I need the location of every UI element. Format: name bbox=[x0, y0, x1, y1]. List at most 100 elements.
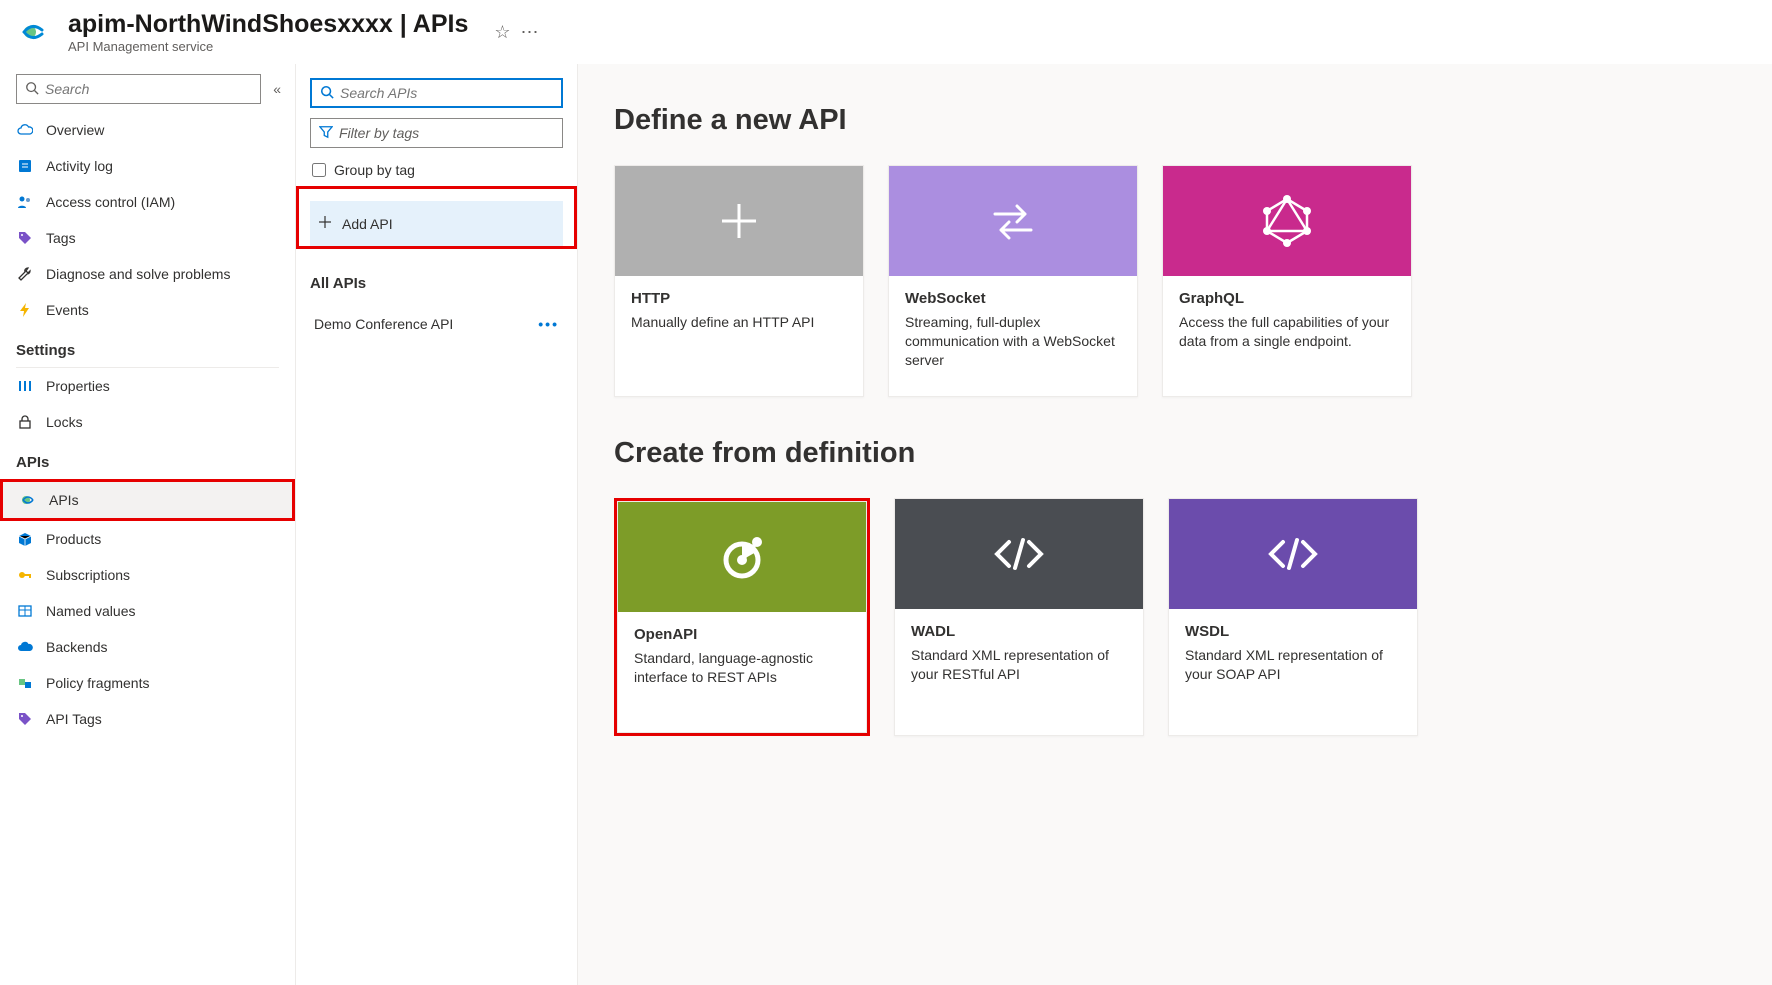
lock-icon bbox=[16, 413, 34, 431]
filter-by-tags[interactable]: Filter by tags bbox=[310, 118, 563, 148]
card-websocket[interactable]: WebSocket Streaming, full-duplex communic… bbox=[888, 165, 1138, 397]
search-icon bbox=[25, 81, 39, 98]
puzzle-icon bbox=[16, 674, 34, 692]
collapse-icon[interactable]: « bbox=[269, 77, 285, 101]
service-icon bbox=[18, 14, 54, 50]
log-icon bbox=[16, 157, 34, 175]
card-title: WADL bbox=[911, 623, 1127, 640]
nav-item-diagnose-and-solve-problems[interactable]: Diagnose and solve problems bbox=[0, 256, 295, 292]
card-title: OpenAPI bbox=[634, 626, 850, 643]
group-by-tag-label: Group by tag bbox=[334, 162, 415, 178]
apis-section-title: APIs bbox=[0, 440, 295, 479]
card-title: GraphQL bbox=[1179, 290, 1395, 307]
tag-icon bbox=[16, 229, 34, 247]
page-subtitle: API Management service bbox=[68, 39, 468, 54]
nav-apis-item-named-values[interactable]: Named values bbox=[0, 593, 295, 629]
sliders-icon bbox=[16, 377, 34, 395]
left-nav: « Overview Activity log Access control (IA… bbox=[0, 64, 296, 985]
nav-label: Access control (IAM) bbox=[46, 194, 175, 210]
sidebar-search-input[interactable] bbox=[45, 81, 252, 97]
bolt-icon bbox=[16, 301, 34, 319]
api-icon bbox=[19, 491, 37, 509]
card-icon-area bbox=[1169, 499, 1417, 609]
nav-label: Products bbox=[46, 531, 101, 547]
nav-label: Overview bbox=[46, 122, 104, 138]
add-api-label: Add API bbox=[342, 216, 393, 232]
card-wadl[interactable]: WADL Standard XML representation of your … bbox=[894, 498, 1144, 736]
more-icon[interactable]: ⋯ bbox=[521, 22, 539, 43]
card-title: WSDL bbox=[1185, 623, 1401, 640]
cloudfill-icon bbox=[16, 638, 34, 656]
nav-item-overview[interactable]: Overview bbox=[0, 112, 295, 148]
card-description: Manually define an HTTP API bbox=[631, 313, 847, 332]
favorite-icon[interactable]: ☆ bbox=[494, 22, 510, 43]
filter-label: Filter by tags bbox=[339, 125, 554, 141]
api-name: Demo Conference API bbox=[314, 316, 453, 332]
card-description: Access the full capabilities of your dat… bbox=[1179, 313, 1395, 351]
api-search-input[interactable] bbox=[340, 85, 553, 101]
key-icon bbox=[16, 566, 34, 584]
card-description: Standard XML representation of your SOAP… bbox=[1185, 646, 1401, 684]
nav-item-tags[interactable]: Tags bbox=[0, 220, 295, 256]
cloud-icon bbox=[16, 121, 34, 139]
plus-icon bbox=[318, 215, 332, 232]
card-title: WebSocket bbox=[905, 290, 1121, 307]
nav-label: Subscriptions bbox=[46, 567, 130, 583]
card-graphql[interactable]: GraphQL Access the full capabilities of y… bbox=[1162, 165, 1412, 397]
create-from-definition-heading: Create from definition bbox=[614, 437, 1736, 470]
nav-apis-item-apis[interactable]: APIs bbox=[0, 479, 295, 521]
card-icon-area bbox=[615, 166, 863, 276]
card-description: Streaming, full-duplex communication wit… bbox=[905, 313, 1121, 370]
card-icon-area bbox=[895, 499, 1143, 609]
nav-apis-item-subscriptions[interactable]: Subscriptions bbox=[0, 557, 295, 593]
wrench-icon bbox=[16, 265, 34, 283]
nav-label: Activity log bbox=[46, 158, 113, 174]
nav-label: Diagnose and solve problems bbox=[46, 266, 230, 282]
group-by-tag-checkbox[interactable] bbox=[312, 163, 326, 177]
box-icon bbox=[16, 530, 34, 548]
card-icon-area bbox=[618, 502, 866, 612]
nav-label: Events bbox=[46, 302, 89, 318]
page-title: apim-NorthWindShoesxxxx | APIs bbox=[68, 10, 468, 39]
card-http[interactable]: HTTP Manually define an HTTP API bbox=[614, 165, 864, 397]
nav-label: Properties bbox=[46, 378, 110, 394]
nav-item-activity-log[interactable]: Activity log bbox=[0, 148, 295, 184]
filter-icon bbox=[319, 125, 333, 142]
nav-settings-item-locks[interactable]: Locks bbox=[0, 404, 295, 440]
card-description: Standard, language-agnostic interface to… bbox=[634, 649, 850, 687]
card-icon-area bbox=[1163, 166, 1411, 276]
tag-icon bbox=[16, 710, 34, 728]
nav-item-access-control-iam-[interactable]: Access control (IAM) bbox=[0, 184, 295, 220]
card-wsdl[interactable]: WSDL Standard XML representation of your … bbox=[1168, 498, 1418, 736]
card-description: Standard XML representation of your REST… bbox=[911, 646, 1127, 684]
table-icon bbox=[16, 602, 34, 620]
main-content: Define a new API HTTP Manually define an … bbox=[578, 64, 1772, 985]
nav-apis-item-products[interactable]: Products bbox=[0, 521, 295, 557]
nav-apis-item-backends[interactable]: Backends bbox=[0, 629, 295, 665]
card-icon-area bbox=[889, 166, 1137, 276]
search-icon bbox=[320, 85, 334, 102]
api-list-panel: Filter by tags Group by tag Add API All … bbox=[296, 64, 578, 985]
nav-label: APIs bbox=[49, 492, 79, 508]
nav-label: Locks bbox=[46, 414, 83, 430]
settings-section-title: Settings bbox=[16, 328, 279, 368]
card-title: HTTP bbox=[631, 290, 847, 307]
define-new-api-heading: Define a new API bbox=[614, 104, 1736, 137]
nav-item-events[interactable]: Events bbox=[0, 292, 295, 328]
api-item-more-icon[interactable]: ••• bbox=[538, 316, 559, 332]
nav-apis-item-policy-fragments[interactable]: Policy fragments bbox=[0, 665, 295, 701]
add-api-button[interactable]: Add API bbox=[310, 201, 563, 246]
group-by-tag[interactable]: Group by tag bbox=[310, 160, 563, 180]
card-openapi[interactable]: OpenAPI Standard, language-agnostic inter… bbox=[617, 501, 867, 733]
all-apis-heading[interactable]: All APIs bbox=[310, 271, 563, 296]
nav-apis-item-api-tags[interactable]: API Tags bbox=[0, 701, 295, 737]
api-list-item[interactable]: Demo Conference API ••• bbox=[310, 302, 563, 346]
people-icon bbox=[16, 193, 34, 211]
sidebar-search[interactable] bbox=[16, 74, 261, 104]
nav-label: Policy fragments bbox=[46, 675, 149, 691]
api-search[interactable] bbox=[310, 78, 563, 108]
nav-label: API Tags bbox=[46, 711, 102, 727]
nav-settings-item-properties[interactable]: Properties bbox=[0, 368, 295, 404]
nav-label: Named values bbox=[46, 603, 136, 619]
nav-label: Backends bbox=[46, 639, 107, 655]
